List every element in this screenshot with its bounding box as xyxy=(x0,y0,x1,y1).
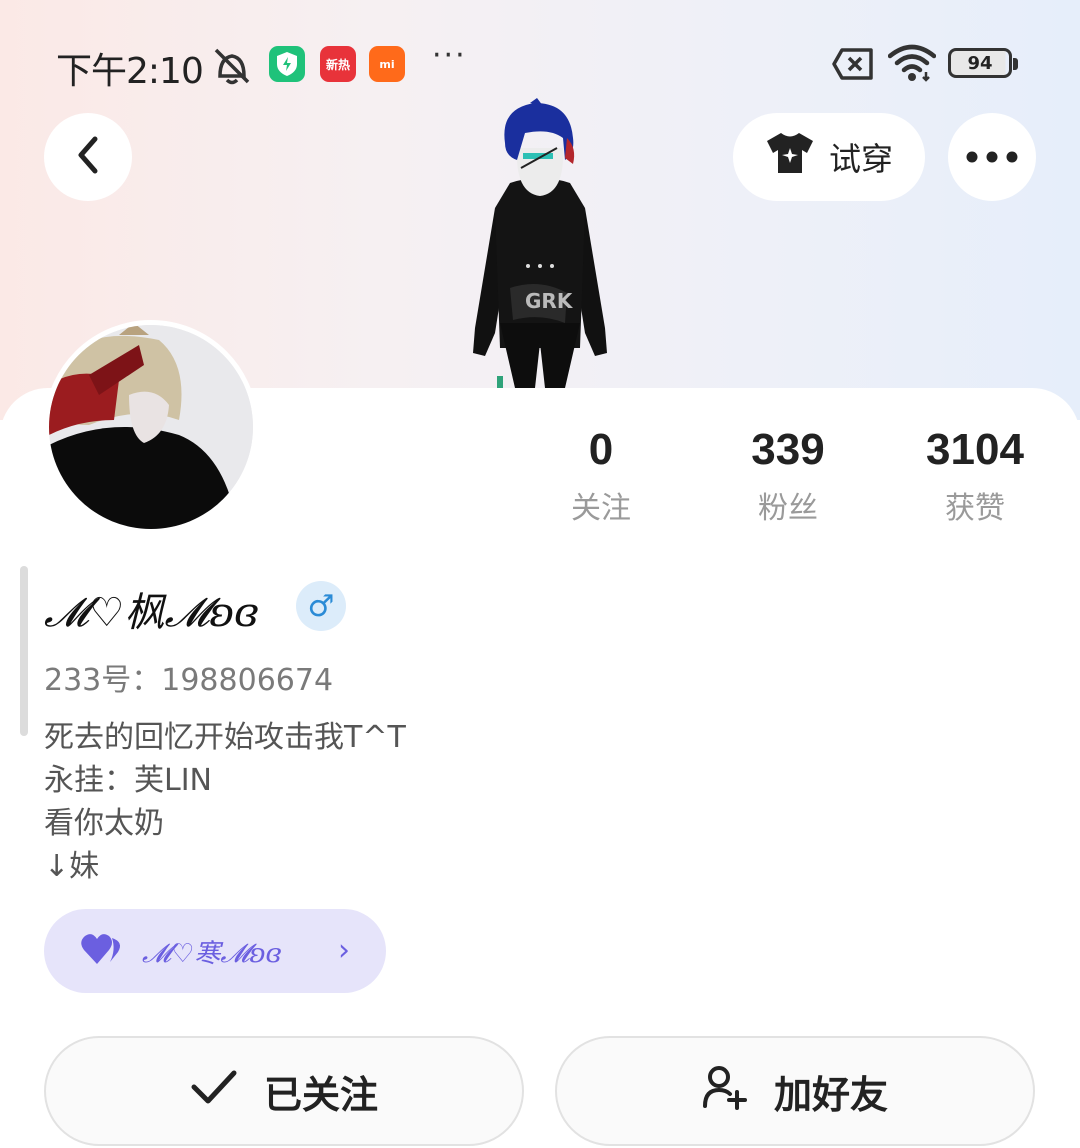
mi-store-app-icon: mi xyxy=(369,46,405,82)
try-on-label: 试穿 xyxy=(828,140,893,178)
svg-text:GRK: GRK xyxy=(525,289,574,313)
add-friend-button[interactable]: 加好友 xyxy=(555,1036,1035,1146)
more-dots-icon xyxy=(966,148,1018,167)
stat-followers-value: 339 xyxy=(751,425,825,474)
username: 𝓜♡枫𝓜ʚɞ xyxy=(44,590,259,636)
news-app-icon: 新热 xyxy=(320,46,356,82)
back-button[interactable] xyxy=(44,113,132,201)
more-notifications-icon: ··· xyxy=(432,38,467,73)
security-app-icon xyxy=(269,46,305,82)
bio: 死去的回忆开始攻击我T^T 永挂：芙LIN 看你太奶 ↓妹 xyxy=(44,716,406,888)
couple-link-button[interactable]: 𝓜♡寒𝓜ʚɞ › xyxy=(44,909,386,993)
stat-following[interactable]: 0 关注 xyxy=(531,425,671,527)
add-friend-label: 加好友 xyxy=(773,1072,888,1117)
battery-tip xyxy=(1013,58,1018,70)
scroll-indicator xyxy=(20,566,28,736)
bio-line: 死去的回忆开始攻击我T^T xyxy=(44,720,406,755)
bio-line: 看你太奶 xyxy=(44,806,164,841)
checkmark-icon xyxy=(190,1068,238,1115)
stat-following-label: 关注 xyxy=(571,491,631,526)
stat-followers[interactable]: 339 粉丝 xyxy=(718,425,858,527)
try-on-button[interactable]: 试穿 xyxy=(733,113,925,201)
stat-likes[interactable]: 3104 获赞 xyxy=(905,425,1045,527)
mute-bell-icon xyxy=(210,46,254,90)
followed-button[interactable]: 已关注 xyxy=(44,1036,524,1146)
profile-avatar[interactable] xyxy=(44,320,258,534)
status-time: 下午2:10 xyxy=(56,51,204,92)
stat-likes-value: 3104 xyxy=(926,425,1024,474)
stat-following-value: 0 xyxy=(588,425,614,474)
status-bar: 下午2:10 新热 mi ··· 94 xyxy=(0,36,1080,92)
bio-line: 永挂：芙LIN xyxy=(44,763,213,798)
tshirt-icon xyxy=(765,131,815,183)
stat-likes-label: 获赞 xyxy=(945,491,1005,526)
stat-followers-label: 粉丝 xyxy=(758,491,818,526)
avatar-3d-figure[interactable]: GRK xyxy=(455,98,625,388)
couple-name: 𝓜♡寒𝓜ʚɞ xyxy=(142,938,282,969)
battery-indicator: 94 xyxy=(948,48,1012,78)
bio-line: ↓妹 xyxy=(44,849,100,884)
add-user-icon xyxy=(702,1064,748,1119)
double-heart-icon xyxy=(80,932,126,970)
more-options-button[interactable] xyxy=(948,113,1036,201)
followed-label: 已关注 xyxy=(263,1072,378,1117)
chevron-right-icon: › xyxy=(338,933,350,968)
male-gender-icon: ♂ xyxy=(296,581,346,631)
chevron-left-icon xyxy=(73,135,103,179)
no-sim-icon xyxy=(832,48,874,84)
wifi-icon xyxy=(887,44,937,86)
user-id[interactable]: 233号：198806674 xyxy=(44,655,333,699)
